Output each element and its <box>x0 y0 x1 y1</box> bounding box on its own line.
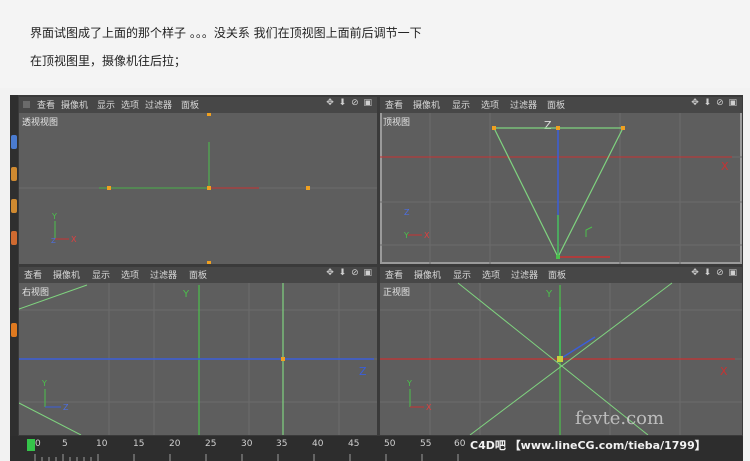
axis-gizmo: Y X Z <box>403 208 430 240</box>
frame-label: 5 <box>62 439 68 449</box>
frame-label: 30 <box>241 439 253 449</box>
site-watermark: fevte.com <box>575 408 665 429</box>
frame-label: 35 <box>276 439 288 449</box>
svg-text:Z: Z <box>51 237 56 245</box>
axis-gizmo: Y Z <box>41 379 69 412</box>
tool-icon[interactable] <box>11 167 17 181</box>
tool-icon[interactable] <box>11 231 17 245</box>
front-canvas: X Y Y X <box>380 282 742 435</box>
axis-gizmo: Y X Z <box>51 212 77 245</box>
svg-text:Z: Z <box>359 365 367 378</box>
top-viewport[interactable]: 查看 摄像机 显示 选项 过滤器 面板 ✥ ⬇ ⊘ ▣ 顶视图 X Z Y X … <box>380 97 742 264</box>
right-canvas: Y Z Y Z <box>19 283 377 435</box>
timeline[interactable]: 0 5 10 15 20 25 30 35 40 45 50 55 60 C4D… <box>10 436 743 461</box>
frame-label: 60 <box>454 439 466 449</box>
svg-text:X: X <box>720 365 728 378</box>
tool-icon[interactable] <box>11 323 17 337</box>
caption-line-1: 界面试图成了上面的那个样子 。。。没关系 我们在顶视图上面前后调节一下 <box>30 26 422 40</box>
article-caption: 界面试图成了上面的那个样子 。。。没关系 我们在顶视图上面前后调节一下 在顶视图… <box>0 0 750 88</box>
svg-text:Y: Y <box>182 289 190 300</box>
frame-label: 20 <box>169 439 181 449</box>
svg-text:Z: Z <box>404 208 410 217</box>
svg-text:X: X <box>71 235 77 244</box>
frame-label: 50 <box>384 439 396 449</box>
svg-text:X: X <box>424 231 430 240</box>
c4d-screenshot: 查看 摄像机 显示 选项 过滤器 面板 ✥ ⬇ ⊘ ▣ 透视视图 Y X Z 查… <box>10 95 743 461</box>
frame-label: 15 <box>133 439 145 449</box>
axis-gizmo: Y X <box>406 379 432 412</box>
left-toolbar <box>10 95 18 461</box>
tool-icon[interactable] <box>11 135 17 149</box>
svg-text:Z: Z <box>544 119 552 132</box>
right-viewport[interactable]: 查看 摄像机 显示 选项 过滤器 面板 ✥ ⬇ ⊘ ▣ 右视图 Y Z Y Z <box>19 267 377 435</box>
svg-text:Y: Y <box>403 231 409 240</box>
caption-line-2: 在顶视图里，摄像机往后拉； <box>30 54 187 68</box>
svg-text:Z: Z <box>63 403 69 412</box>
frame-label: 10 <box>96 439 108 449</box>
svg-text:X: X <box>426 403 432 412</box>
front-viewport[interactable]: 查看 摄像机 显示 选项 过滤器 面板 ✥ ⬇ ⊘ ▣ 正视图 X Y Y X <box>380 267 742 435</box>
tool-icon[interactable] <box>11 199 17 213</box>
frame-label: 55 <box>420 439 432 449</box>
timeline-ticks <box>34 454 459 461</box>
timeline-cursor[interactable] <box>27 439 35 451</box>
svg-text:Y: Y <box>41 379 47 388</box>
frame-label: 45 <box>348 439 360 449</box>
perspective-viewport[interactable]: 查看 摄像机 显示 选项 过滤器 面板 ✥ ⬇ ⊘ ▣ 透视视图 Y X Z <box>19 97 377 264</box>
svg-text:X: X <box>721 160 729 173</box>
frame-label: 25 <box>205 439 217 449</box>
svg-text:Y: Y <box>406 379 412 388</box>
top-canvas: X Z Y X Z <box>380 113 742 264</box>
perspective-canvas: Y X Z <box>19 113 377 264</box>
frame-label: 40 <box>312 439 324 449</box>
svg-text:Y: Y <box>51 212 57 221</box>
svg-text:Y: Y <box>545 289 553 300</box>
frame-label: 0 <box>35 439 41 449</box>
forum-watermark: C4D吧 【www.lineCG.com/tieba/1799】 <box>470 439 706 452</box>
